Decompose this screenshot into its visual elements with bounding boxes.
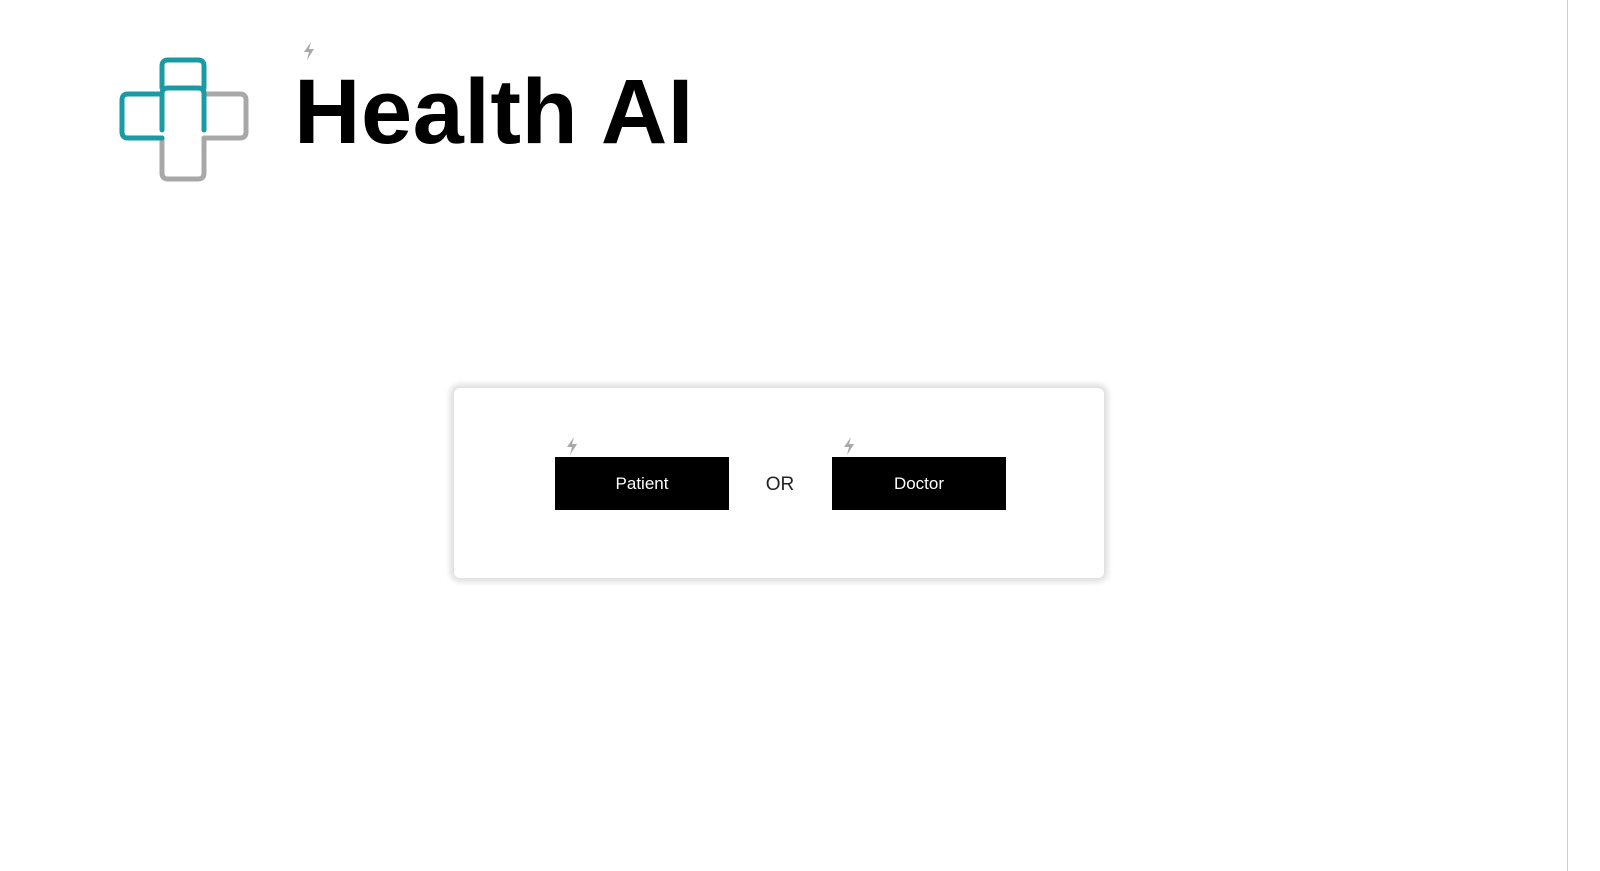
- page-title: Health AI: [294, 61, 694, 163]
- doctor-button[interactable]: Doctor: [832, 457, 1006, 510]
- lightning-bolt-icon: [302, 42, 316, 60]
- or-separator: OR: [765, 474, 795, 495]
- patient-button[interactable]: Patient: [555, 457, 729, 510]
- page-right-border: [1567, 0, 1568, 871]
- lightning-bolt-icon: [565, 437, 579, 455]
- doctor-button-label: Doctor: [893, 473, 945, 493]
- health-cross-logo: [118, 56, 252, 184]
- patient-button-label: Patient: [615, 473, 669, 493]
- lightning-bolt-icon: [842, 437, 856, 455]
